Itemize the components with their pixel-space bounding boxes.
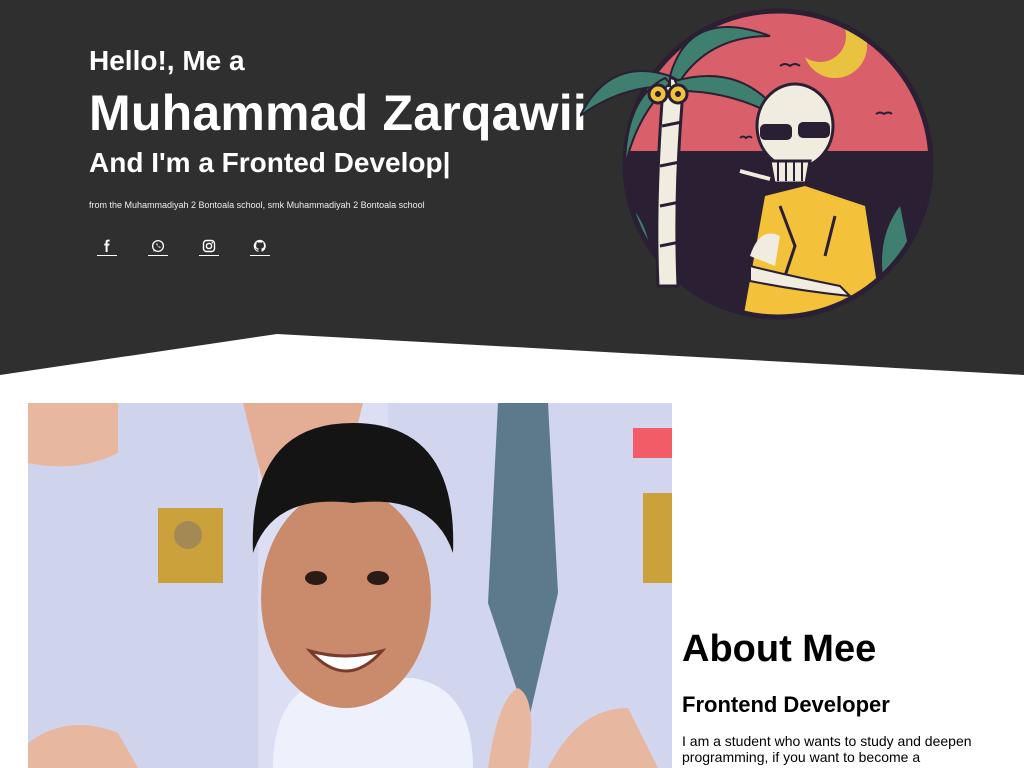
github-link[interactable]	[250, 236, 270, 256]
about-section: About Mee Frontend Developer I am a stud…	[682, 628, 1002, 765]
social-links	[97, 236, 270, 256]
hero-role: And I'm a Fronted Develop|	[89, 146, 587, 180]
about-title: About Mee	[682, 628, 877, 670]
github-icon	[253, 239, 266, 252]
typing-caret: |	[442, 147, 451, 178]
whatsapp-icon	[151, 239, 165, 252]
about-description: I am a student who wants to study and de…	[682, 733, 972, 765]
hero-school: from the Muhammadiyah 2 Bontoala school,…	[89, 200, 425, 210]
facebook-icon	[104, 239, 110, 252]
hero-text: Hello!, Me a Muhammad Zarqawii And I'm a…	[89, 44, 587, 211]
instagram-link[interactable]	[199, 236, 219, 256]
about-subtitle: Frontend Developer	[682, 692, 890, 717]
hero-name: Muhammad Zarqawii	[89, 85, 587, 141]
hero-greeting: Hello!, Me a	[89, 45, 245, 76]
instagram-icon	[202, 239, 216, 252]
facebook-link[interactable]	[97, 236, 117, 256]
whatsapp-link[interactable]	[148, 236, 168, 256]
profile-photo	[28, 403, 672, 768]
hero-role-text: And I'm a Fronted Develop	[89, 147, 443, 178]
skeleton-palm-logo	[579, 6, 940, 326]
